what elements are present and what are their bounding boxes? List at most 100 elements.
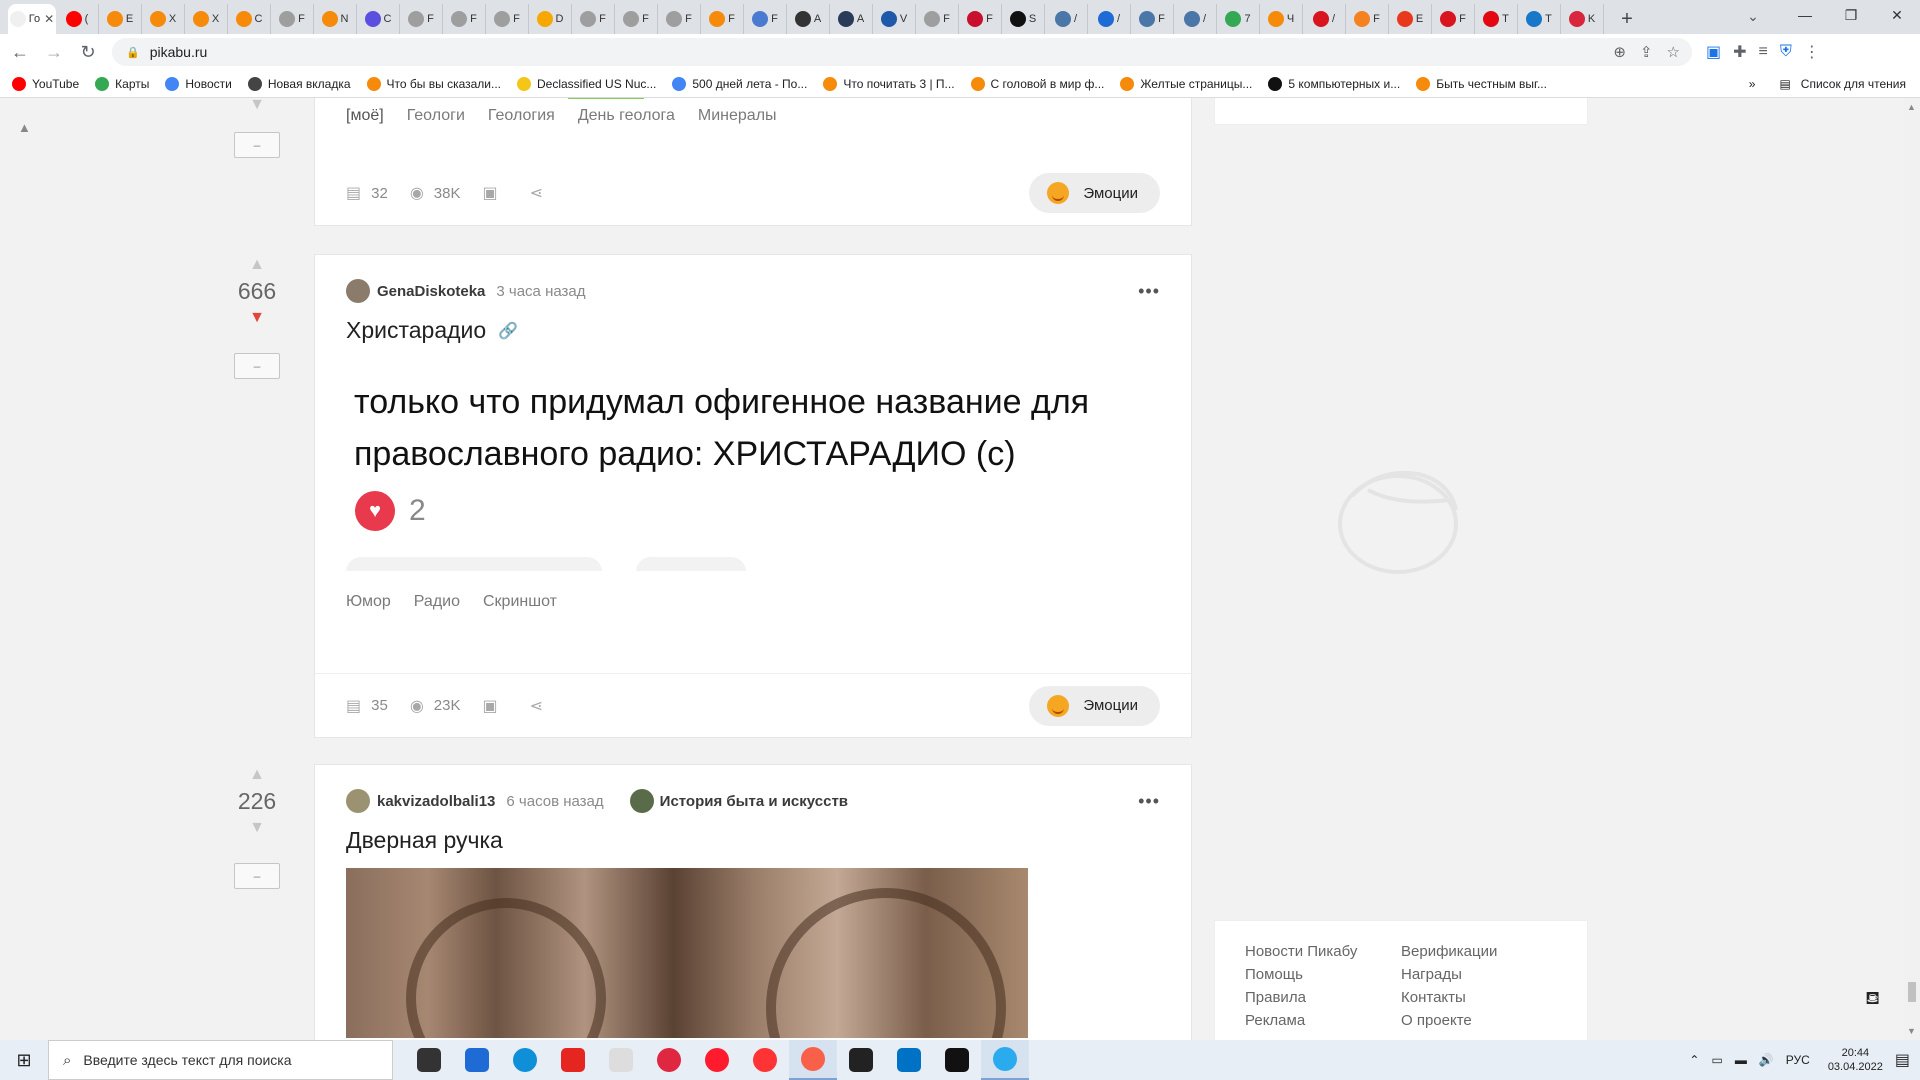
extensions-icon[interactable]: ✚ [1733,42,1746,62]
share-icon[interactable]: ⋖ [530,696,553,716]
browser-tab[interactable]: F [1432,4,1475,34]
tag-link[interactable]: Минералы [698,107,777,125]
tray-chevron-icon[interactable]: ⌃ [1689,1053,1699,1067]
browser-tab[interactable]: K [1561,4,1604,34]
browser-tab[interactable]: F [658,4,701,34]
bookmark-item[interactable]: С головой в мир ф... [970,76,1104,91]
browser-tab[interactable]: T [1518,4,1561,34]
new-tab-button[interactable]: + [1612,4,1642,34]
browser-tab[interactable]: F [959,4,1002,34]
browser-tab[interactable]: / [1303,4,1346,34]
browser-tab[interactable]: / [1088,4,1131,34]
browser-tab[interactable]: V [873,4,916,34]
taskbar-app-edge[interactable] [501,1040,549,1080]
lock-icon[interactable]: 🔒 [126,46,140,59]
browser-tab[interactable]: F [916,4,959,34]
menu-icon[interactable]: ⋮ [1804,42,1820,62]
comments-stat[interactable]: ▤ 32 [346,183,388,203]
taskbar-app-opera[interactable] [693,1040,741,1080]
back-icon[interactable]: ← [6,38,34,66]
tag-link[interactable]: День геолога [578,107,675,125]
browser-tab[interactable]: С [357,4,400,34]
footer-link[interactable]: Контакты [1401,989,1557,1006]
comments-stat[interactable]: ▤ 35 [346,696,388,716]
hide-post-button[interactable]: – [234,132,280,158]
downvote-icon[interactable]: ▼ [232,98,282,114]
link-icon[interactable]: 🔗 [498,321,518,341]
tag-link[interactable]: Скриншот [483,593,557,611]
close-window-button[interactable]: ✕ [1874,0,1920,30]
browser-tab[interactable]: Х [142,4,185,34]
browser-tab[interactable]: ( [56,4,99,34]
browser-tab[interactable]: D [529,4,572,34]
bookmark-item[interactable]: YouTube [12,76,79,91]
author-avatar[interactable] [346,279,370,303]
scroll-up-icon[interactable]: ▲ [18,120,31,135]
scrollbar-thumb[interactable] [1908,982,1916,1002]
bookmark-item[interactable]: Быть честным выг... [1416,76,1547,91]
taskbar-app-task-view[interactable] [405,1040,453,1080]
author-avatar[interactable] [346,789,370,813]
volume-icon[interactable]: 🔊 [1759,1053,1774,1067]
taskbar-app-tiktok[interactable] [933,1040,981,1080]
taskbar-app-mail[interactable] [885,1040,933,1080]
network-icon[interactable]: ▭ [1711,1053,1722,1067]
shield-extension-icon[interactable]: ⛨ [1780,43,1792,61]
browser-tab[interactable]: / [1174,4,1217,34]
footer-link[interactable]: Награды [1401,966,1557,983]
browser-tab[interactable]: С [228,4,271,34]
browser-tab[interactable]: F [744,4,787,34]
tab-search-icon[interactable]: ⌄ [1738,2,1768,30]
tag-link[interactable]: Геологи [407,107,465,125]
taskbar-app-yandex-music[interactable] [789,1040,837,1080]
bookmark-item[interactable]: Карты [95,76,149,91]
bookmark-item[interactable]: Что бы вы сказали... [366,76,501,91]
notifications-icon[interactable]: ▤ [1895,1050,1910,1070]
browser-tab[interactable]: F [1346,4,1389,34]
browser-tab[interactable]: E [99,4,142,34]
author-link[interactable]: kakvizadolbali13 [377,793,495,810]
tag-link[interactable]: [моё] [346,107,384,125]
taskbar-app-store[interactable] [453,1040,501,1080]
downvote-icon[interactable]: ▼ [232,309,282,327]
browser-tab[interactable]: A [787,4,830,34]
taskbar-app-file[interactable] [597,1040,645,1080]
tag-link[interactable]: Радио [414,593,460,611]
bookmark-star-icon[interactable]: ☆ [1667,43,1680,61]
scroll-up-arrow-icon[interactable]: ▲ [1907,102,1916,112]
bookmark-item[interactable]: Новая вкладка [247,76,351,91]
bookmark-item[interactable]: Declassified US Nuc... [517,76,656,91]
page-scrollbar[interactable]: ▲ ▼ [1904,98,1920,1040]
close-tab-icon[interactable]: ✕ [44,12,54,26]
forward-icon[interactable]: → [40,38,68,66]
share-icon[interactable]: ⇪ [1640,43,1653,61]
browser-tab[interactable]: F [400,4,443,34]
footer-link[interactable]: Новости Пикабу [1245,943,1401,960]
bookmark-item[interactable]: Что почитать 3 | П... [823,76,955,91]
browser-tab[interactable]: E [1389,4,1432,34]
downvote-icon[interactable]: ▼ [232,819,282,837]
browser-tab-active[interactable]: Го ✕ [8,4,56,34]
footer-link[interactable]: Правила [1245,989,1401,1006]
more-options-icon[interactable]: ••• [1138,281,1160,302]
more-options-icon[interactable]: ••• [1138,791,1160,812]
more-bookmarks-button[interactable]: » [1749,77,1756,91]
footer-link[interactable]: Помощь [1245,966,1401,983]
bookmark-item[interactable]: 5 компьютерных и... [1268,76,1400,91]
translate-extension-icon[interactable]: ▣ [1706,42,1721,62]
upvote-icon[interactable]: ▲ [232,766,282,784]
browser-tab[interactable]: F [615,4,658,34]
footer-link[interactable]: Реклама [1245,1012,1401,1029]
upvote-icon[interactable]: ▲ [232,256,282,274]
taskbar-app-telegram[interactable] [981,1040,1029,1080]
media-icon[interactable]: ≡ [1759,43,1768,61]
minimize-button[interactable]: — [1782,0,1828,30]
browser-tab[interactable]: F [572,4,615,34]
bookmark-item[interactable]: Желтые страницы... [1120,76,1252,91]
taskbar-app-opera-gx[interactable] [645,1040,693,1080]
reading-list-button[interactable]: Список для чтения [1801,77,1906,91]
footer-link[interactable]: Верификации [1401,943,1557,960]
browser-tab[interactable]: N [314,4,357,34]
battery-icon[interactable]: ▬ [1735,1053,1747,1067]
address-bar[interactable]: 🔒 pikabu.ru ⊕ ⇪ ☆ [112,38,1692,66]
